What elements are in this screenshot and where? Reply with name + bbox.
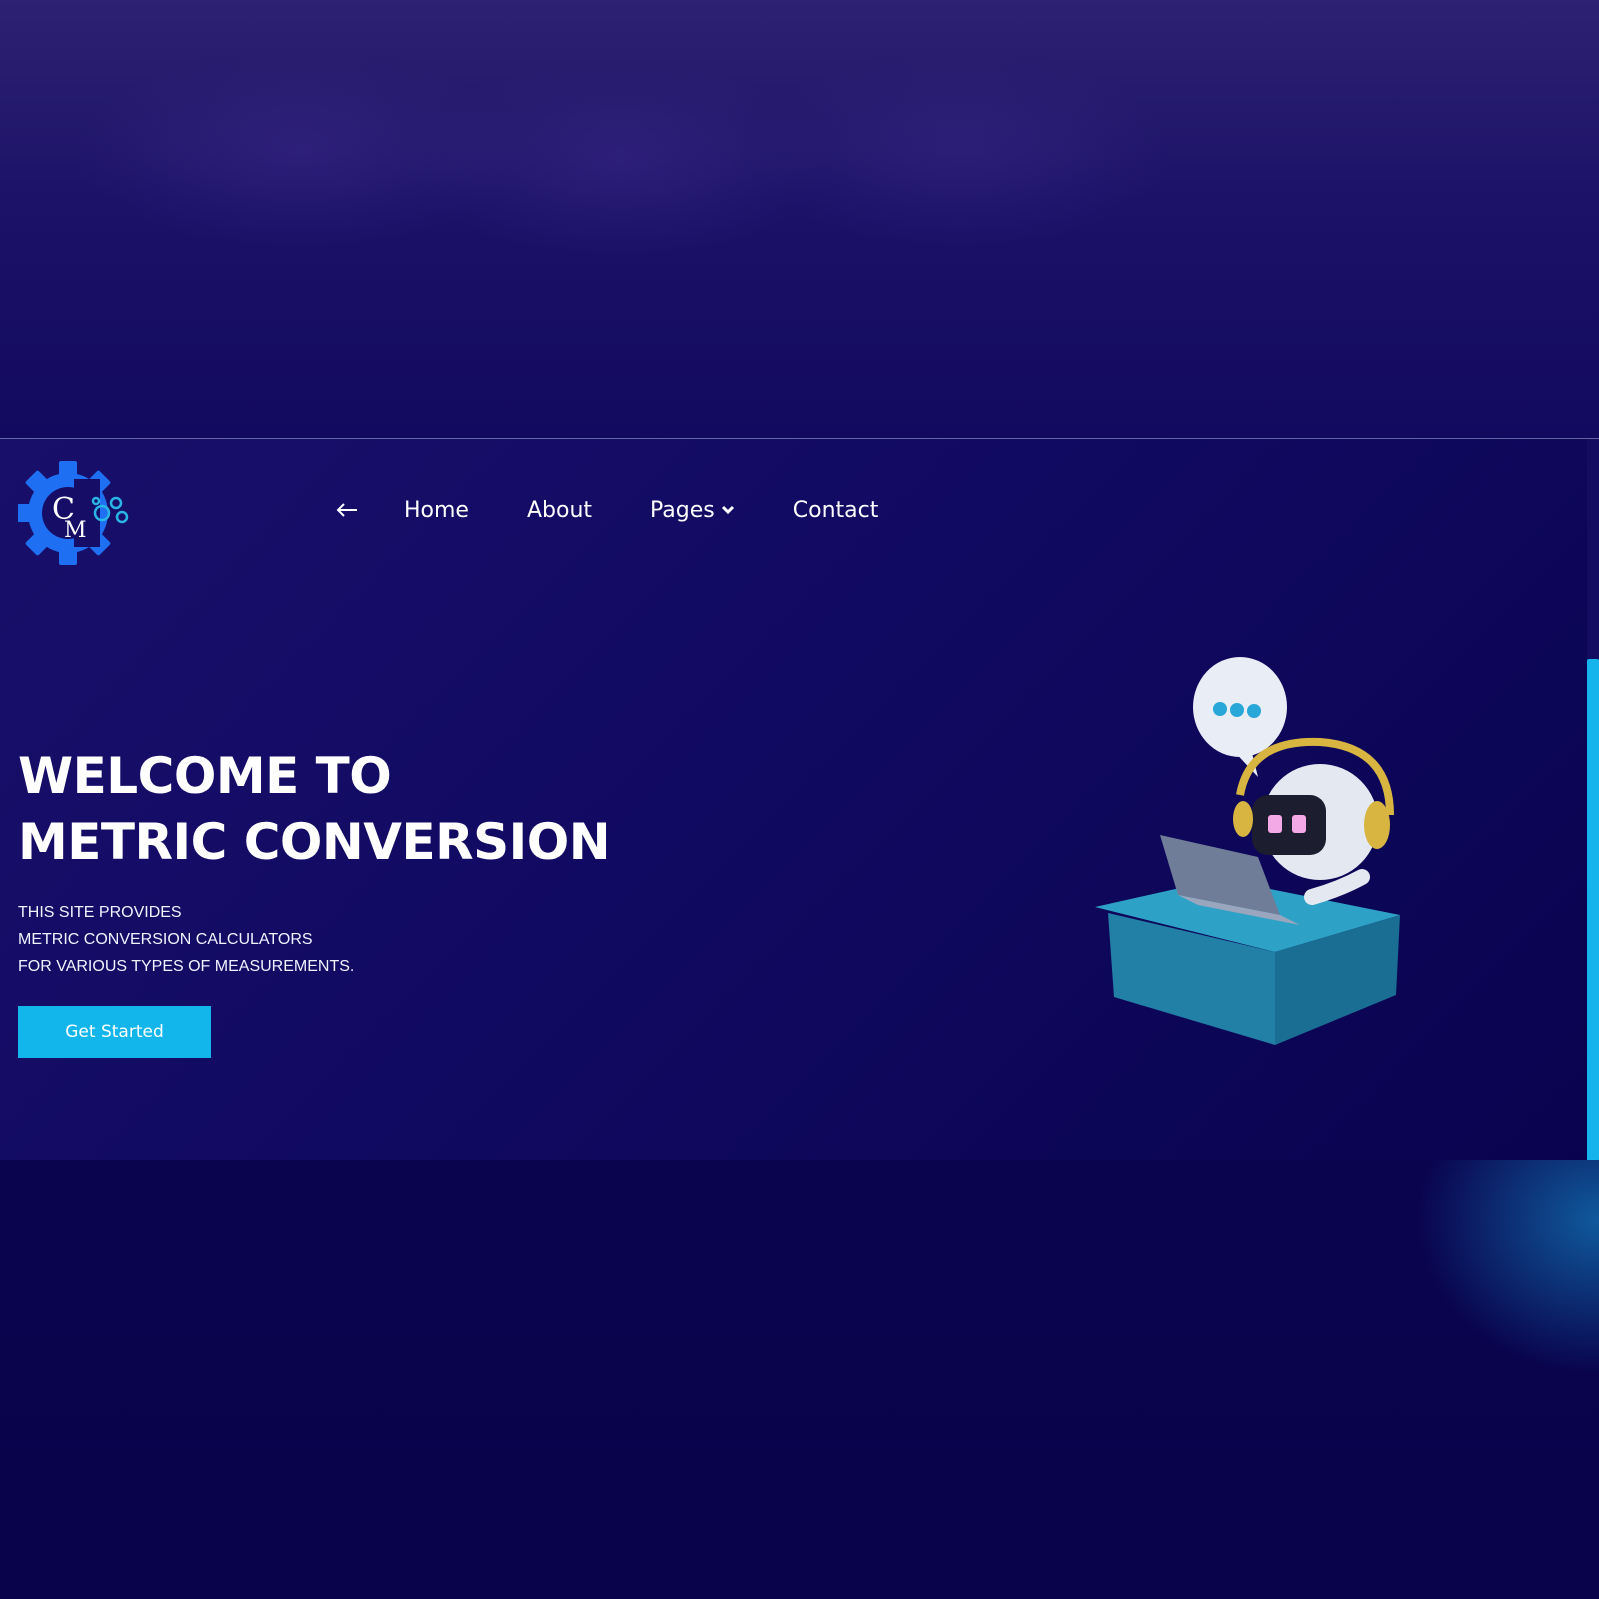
main-nav: Home About Pages Contact [330,487,936,533]
arrow-left-icon[interactable] [330,493,364,527]
website-frame: C M Home About Pages Contact WELCOME TO … [0,438,1599,1160]
hero-description: THIS SITE PROVIDES METRIC CONVERSION CAL… [18,899,718,980]
gear-logo-icon: C M [16,461,129,565]
hero-title-line-2: METRIC CONVERSION [18,813,611,871]
speech-bubble-icon [1193,657,1287,777]
nav-home-link[interactable]: Home [404,498,469,523]
hero-section: WELCOME TO METRIC CONVERSION THIS SITE P… [18,743,718,980]
hero-title: WELCOME TO METRIC CONVERSION [18,743,718,875]
chevron-down-icon [721,505,735,515]
hero-desc-line-1: THIS SITE PROVIDES [18,904,182,921]
hero-desc-line-2: METRIC CONVERSION CALCULATORS [18,931,313,948]
scrollbar-thumb[interactable] [1587,659,1599,1160]
nav-pages-dropdown[interactable]: Pages [650,498,735,523]
svg-text:M: M [64,518,87,543]
scrollbar-track[interactable] [1587,439,1599,1160]
hero-title-line-1: WELCOME TO [18,747,392,805]
nav-pages-label: Pages [650,497,715,523]
hero-desc-line-3: FOR VARIOUS TYPES OF MEASUREMENTS. [18,958,355,975]
get-started-button[interactable]: Get Started [18,1006,211,1058]
site-logo[interactable]: C M [16,461,134,565]
robot-support-illustration [1090,647,1430,1067]
nav-contact-link[interactable]: Contact [793,498,879,523]
nav-about-link[interactable]: About [527,498,592,523]
